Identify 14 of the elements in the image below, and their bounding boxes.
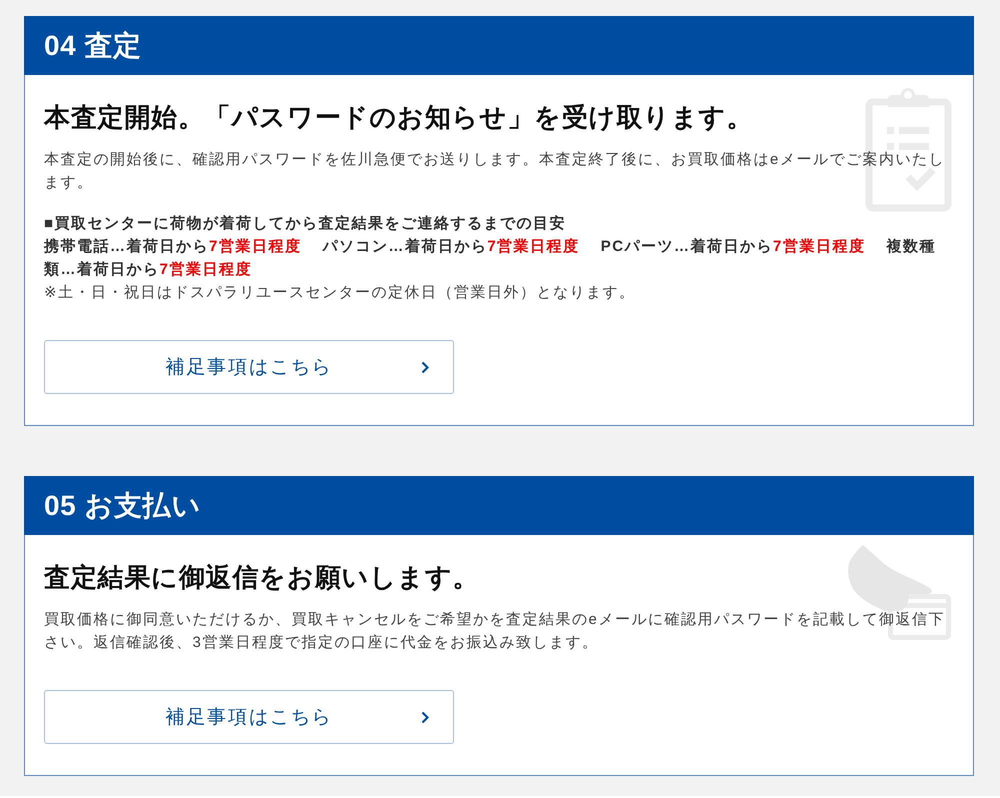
chevron-right-icon: [421, 360, 429, 374]
step-description: 本査定の開始後に、確認用パスワードを佐川急便でお送りします。本査定終了後に、お買取価格はeメールでご案内いたします。: [44, 150, 946, 193]
step-description: 買取価格に御同意いただけるか、買取キャンセルをご希望かを査定結果のeメールに確認用パスワードを記載して御返信下さい。返信確認後、3営業日程度で指定の口座に代金をお振込み致します。: [44, 610, 946, 653]
step-title: 査定結果に御返信をお願いします。: [44, 561, 480, 594]
details-button[interactable]: 補足事項はこちら: [44, 340, 454, 394]
chevron-right-icon: [421, 710, 429, 724]
step-header: 05 お支払い: [24, 476, 974, 535]
holiday-note: ※土・日・祝日はドスパラリユースセンターの定休日（営業日外）となります。: [44, 283, 637, 303]
hand-card-icon: [847, 545, 952, 640]
step-title: 本査定開始。「パスワードのお知らせ」を受け取ります。: [44, 101, 754, 134]
details-button[interactable]: 補足事項はこちら: [44, 690, 454, 744]
turnaround-heading: ■買取センターに荷物が着荷してから査定結果をご連絡するまでの目安: [44, 214, 568, 234]
turnaround-text: 携帯電話…着荷日から 7営業日程度 パソコン…着荷日から 7営業日程度 PCパーツ…着荷日から 7営業日程度 複数種類…着荷日から 7営業日程度: [44, 236, 937, 280]
step-header: 04 査定: [24, 16, 974, 75]
